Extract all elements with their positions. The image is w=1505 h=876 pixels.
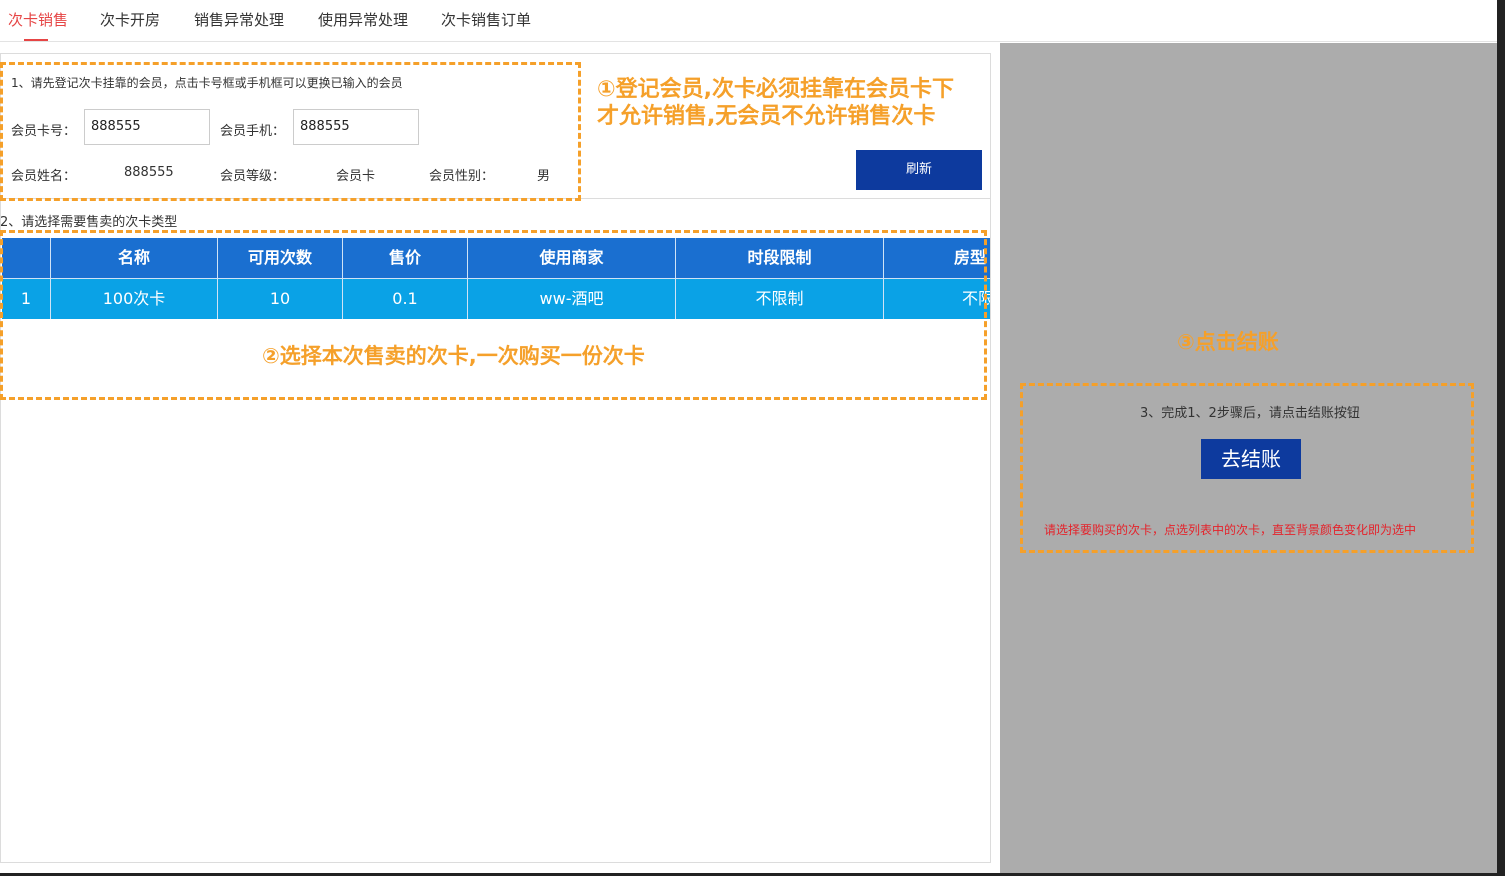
tab-card-room[interactable]: 次卡开房	[100, 9, 160, 30]
window-edge-right	[1497, 0, 1505, 876]
tab-usage-exception[interactable]: 使用异常处理	[318, 9, 408, 30]
top-tab-bar: 次卡销售 次卡开房 销售异常处理 使用异常处理 次卡销售订单	[0, 0, 1497, 42]
tab-sales-exception[interactable]: 销售异常处理	[194, 9, 284, 30]
annotation-step1-line1: ①登记会员,次卡必须挂靠在会员卡下	[597, 77, 954, 102]
annotation-step2: ②选择本次售卖的次卡,一次购买一份次卡	[262, 344, 645, 368]
annotation-step3: ③点击结账	[1177, 330, 1279, 354]
tab-sales-orders[interactable]: 次卡销售订单	[441, 9, 531, 30]
active-tab-indicator	[24, 39, 48, 41]
annotation-box-step2	[0, 230, 987, 400]
refresh-button[interactable]: 刷新	[856, 150, 982, 190]
annotation-box-step3	[1020, 383, 1474, 553]
annotation-step1-line2: 才允许销售,无会员不允许销售次卡	[597, 104, 936, 129]
step2-hint: 2、请选择需要售卖的次卡类型	[0, 215, 178, 230]
tab-card-sales[interactable]: 次卡销售	[8, 9, 68, 30]
annotation-step1: ①登记会员,次卡必须挂靠在会员卡下 才允许销售,无会员不允许销售次卡	[597, 76, 954, 130]
annotation-box-step1	[0, 62, 581, 201]
